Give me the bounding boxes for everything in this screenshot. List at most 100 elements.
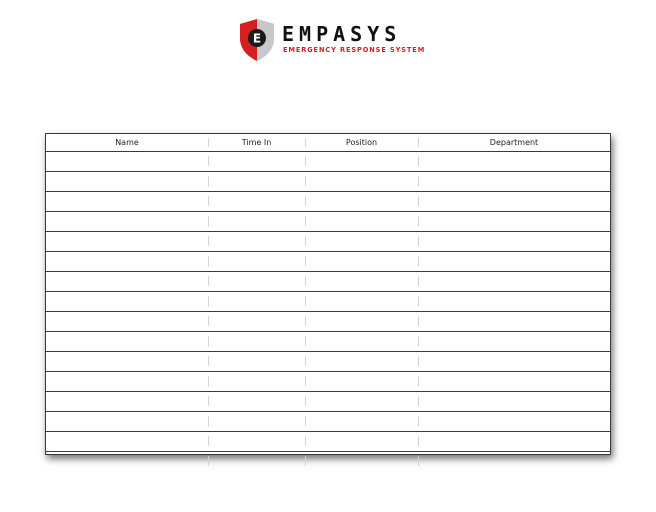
- cell-department: [418, 351, 610, 373]
- table-row: [46, 171, 610, 193]
- cell-department: [418, 411, 610, 433]
- table-row: [46, 271, 610, 293]
- cell-time-in: [208, 211, 305, 233]
- name-input[interactable]: [46, 433, 208, 453]
- name-input[interactable]: [46, 313, 208, 333]
- column-header-time-in: Time In: [208, 134, 305, 152]
- cell-name: [46, 431, 208, 453]
- cell-name: [46, 291, 208, 313]
- position-input[interactable]: [305, 173, 418, 193]
- table-row: [46, 371, 610, 393]
- time-in-input[interactable]: [208, 373, 305, 393]
- time-in-input[interactable]: [208, 293, 305, 313]
- department-input[interactable]: [418, 373, 610, 393]
- time-in-input[interactable]: [208, 153, 305, 173]
- name-input[interactable]: [46, 413, 208, 433]
- department-input[interactable]: [418, 433, 610, 453]
- cell-position: [305, 251, 418, 273]
- cell-position: [305, 271, 418, 293]
- time-in-input[interactable]: [208, 193, 305, 213]
- cell-position: [305, 331, 418, 353]
- cell-department: [418, 331, 610, 353]
- position-input[interactable]: [305, 393, 418, 413]
- time-in-input[interactable]: [208, 433, 305, 453]
- name-input[interactable]: [46, 373, 208, 393]
- department-input[interactable]: [418, 173, 610, 193]
- cell-name: [46, 251, 208, 273]
- name-input[interactable]: [46, 213, 208, 233]
- time-in-input[interactable]: [208, 213, 305, 233]
- department-input[interactable]: [418, 293, 610, 313]
- time-in-input[interactable]: [208, 173, 305, 193]
- position-input[interactable]: [305, 433, 418, 453]
- position-input[interactable]: [305, 233, 418, 253]
- department-input[interactable]: [418, 153, 610, 173]
- department-input[interactable]: [418, 453, 610, 473]
- position-input[interactable]: [305, 453, 418, 473]
- position-input[interactable]: [305, 313, 418, 333]
- cell-department: [418, 211, 610, 233]
- cell-department: [418, 251, 610, 273]
- cell-position: [305, 311, 418, 333]
- position-input[interactable]: [305, 213, 418, 233]
- name-input[interactable]: [46, 253, 208, 273]
- name-input[interactable]: [46, 293, 208, 313]
- cell-position: [305, 191, 418, 213]
- time-in-input[interactable]: [208, 393, 305, 413]
- cell-time-in: [208, 431, 305, 453]
- cell-position: [305, 151, 418, 173]
- time-in-input[interactable]: [208, 233, 305, 253]
- table-row: [46, 291, 610, 313]
- table-body: [46, 151, 610, 473]
- cell-department: [418, 451, 610, 473]
- department-input[interactable]: [418, 333, 610, 353]
- column-header-department: Department: [418, 134, 610, 152]
- position-input[interactable]: [305, 253, 418, 273]
- cell-position: [305, 391, 418, 413]
- time-in-input[interactable]: [208, 453, 305, 473]
- table-row: [46, 451, 610, 473]
- cell-name: [46, 271, 208, 293]
- name-input[interactable]: [46, 233, 208, 253]
- name-input[interactable]: [46, 353, 208, 373]
- name-input[interactable]: [46, 173, 208, 193]
- name-input[interactable]: [46, 333, 208, 353]
- time-in-input[interactable]: [208, 353, 305, 373]
- position-input[interactable]: [305, 273, 418, 293]
- name-input[interactable]: [46, 393, 208, 413]
- department-input[interactable]: [418, 413, 610, 433]
- name-input[interactable]: [46, 153, 208, 173]
- cell-name: [46, 311, 208, 333]
- time-in-input[interactable]: [208, 413, 305, 433]
- cell-department: [418, 171, 610, 193]
- time-in-input[interactable]: [208, 333, 305, 353]
- position-input[interactable]: [305, 373, 418, 393]
- position-input[interactable]: [305, 353, 418, 373]
- time-in-input[interactable]: [208, 253, 305, 273]
- cell-time-in: [208, 271, 305, 293]
- name-input[interactable]: [46, 453, 208, 473]
- department-input[interactable]: [418, 353, 610, 373]
- department-input[interactable]: [418, 273, 610, 293]
- department-input[interactable]: [418, 253, 610, 273]
- position-input[interactable]: [305, 293, 418, 313]
- department-input[interactable]: [418, 193, 610, 213]
- department-input[interactable]: [418, 213, 610, 233]
- time-in-input[interactable]: [208, 273, 305, 293]
- cell-name: [46, 151, 208, 173]
- cell-department: [418, 271, 610, 293]
- department-input[interactable]: [418, 393, 610, 413]
- position-input[interactable]: [305, 153, 418, 173]
- name-input[interactable]: [46, 193, 208, 213]
- cell-time-in: [208, 411, 305, 433]
- position-input[interactable]: [305, 333, 418, 353]
- table-row: [46, 431, 610, 453]
- position-input[interactable]: [305, 193, 418, 213]
- cell-time-in: [208, 351, 305, 373]
- department-input[interactable]: [418, 233, 610, 253]
- cell-name: [46, 351, 208, 373]
- position-input[interactable]: [305, 413, 418, 433]
- department-input[interactable]: [418, 313, 610, 333]
- name-input[interactable]: [46, 273, 208, 293]
- time-in-input[interactable]: [208, 313, 305, 333]
